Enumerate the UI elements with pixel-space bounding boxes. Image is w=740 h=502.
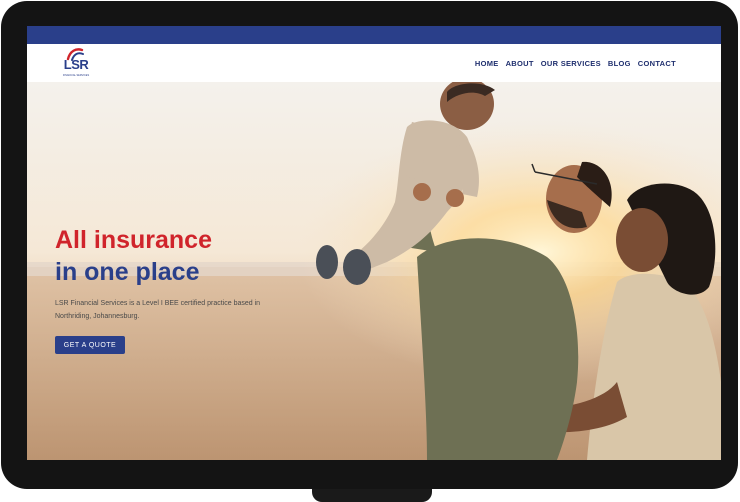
logo-tagline: FINANCIAL SERVICES [62, 74, 90, 77]
top-bar [27, 26, 721, 44]
browser-viewport: LSR FINANCIAL SERVICES HOME ABOUT OUR SE… [27, 26, 721, 460]
main-nav: HOME ABOUT OUR SERVICES BLOG CONTACT [475, 59, 676, 68]
hero-headline: All insurance in one place [55, 224, 212, 288]
nav-contact[interactable]: CONTACT [638, 59, 676, 68]
nav-about[interactable]: ABOUT [506, 59, 534, 68]
hero-headline-line2: in one place [55, 258, 200, 286]
hero-headline-line1: All insurance [55, 226, 212, 254]
get-a-quote-button[interactable]: GET A QUOTE [55, 336, 125, 354]
laptop-stand [312, 489, 432, 502]
hero-description: LSR Financial Services is a Level I BEE … [55, 300, 261, 320]
nav-blog[interactable]: BLOG [608, 59, 631, 68]
site-logo[interactable]: LSR FINANCIAL SERVICES [60, 47, 92, 81]
nav-our-services[interactable]: OUR SERVICES [541, 59, 601, 68]
logo-wordmark: LSR [63, 57, 89, 72]
nav-home[interactable]: HOME [475, 59, 499, 68]
site-header: LSR FINANCIAL SERVICES HOME ABOUT OUR SE… [27, 44, 721, 82]
hero-section: All insurance in one place LSR Financial… [27, 82, 721, 460]
laptop-frame: LSR FINANCIAL SERVICES HOME ABOUT OUR SE… [1, 1, 738, 489]
